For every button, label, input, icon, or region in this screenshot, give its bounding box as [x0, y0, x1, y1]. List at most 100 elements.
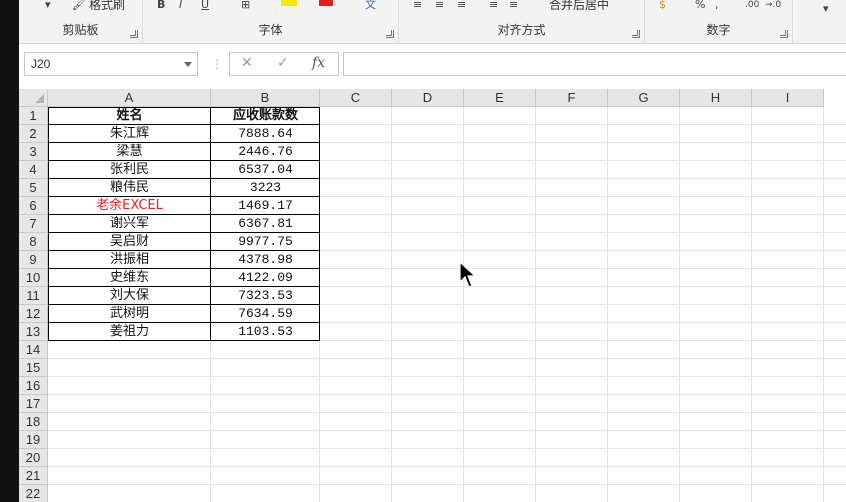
table-cell[interactable]: 1469.17 [211, 197, 320, 215]
row-header[interactable]: 6 [19, 197, 48, 215]
clipboard-launcher-icon[interactable] [130, 30, 138, 38]
align-right-icon[interactable]: ≡ [457, 0, 466, 10]
column-header[interactable]: F [536, 89, 608, 107]
row-header[interactable]: 3 [19, 143, 48, 161]
gridline [48, 358, 846, 359]
fill-color-icon[interactable] [281, 0, 297, 6]
row-header[interactable]: 7 [19, 215, 48, 233]
merge-center-button[interactable]: 合并后居中 [549, 0, 609, 10]
row-header[interactable]: 8 [19, 233, 48, 251]
gridline [48, 412, 846, 413]
table-cell[interactable]: 谢兴军 [48, 215, 211, 233]
row-header[interactable]: 22 [19, 485, 48, 502]
enter-icon[interactable]: ✓ [277, 55, 289, 71]
underline-icon[interactable]: U [201, 0, 209, 10]
alignment-launcher-icon[interactable] [632, 30, 640, 38]
column-header[interactable]: E [464, 89, 536, 107]
number-launcher-icon[interactable] [780, 30, 788, 38]
row-header[interactable]: 16 [19, 377, 48, 395]
table-cell[interactable]: 老余EXCEL [48, 197, 211, 215]
column-header[interactable]: D [392, 89, 464, 107]
borders-icon[interactable]: ⊞ [241, 0, 250, 10]
table-cell[interactable]: 3223 [211, 179, 320, 197]
table-cell[interactable]: 6367.81 [211, 215, 320, 233]
row-header[interactable]: 1 [19, 107, 48, 125]
table-cell[interactable]: 9977.75 [211, 233, 320, 251]
table-cell[interactable]: 2446.76 [211, 143, 320, 161]
gridline [48, 430, 846, 431]
row-header[interactable]: 13 [19, 323, 48, 341]
increase-decimal-icon[interactable]: .00 [745, 0, 759, 10]
align-left-icon[interactable]: ≡ [413, 0, 422, 10]
percent-icon[interactable]: % [695, 0, 705, 10]
row-header[interactable]: 2 [19, 125, 48, 143]
column-header[interactable]: A [48, 89, 211, 107]
column-header[interactable]: B [211, 89, 320, 107]
name-box-dropdown-icon[interactable] [184, 62, 192, 67]
table-cell[interactable]: 7323.53 [211, 287, 320, 305]
bold-icon[interactable]: B [157, 0, 165, 10]
phonetic-icon[interactable]: 文 [365, 0, 376, 10]
mouse-cursor-icon [459, 261, 477, 288]
row-header[interactable]: 18 [19, 413, 48, 431]
ribbon-collapse-icon[interactable]: ▾ [823, 4, 829, 16]
table-cell[interactable]: 姓名 [48, 107, 211, 125]
formula-bar-separator-icon[interactable]: ⋮ [211, 56, 223, 72]
table-cell[interactable]: 张利民 [48, 161, 211, 179]
ribbon-group-number: $ % , .00 →.0 数字 [645, 0, 793, 44]
row-header[interactable]: 12 [19, 305, 48, 323]
table-cell[interactable]: 姜祖力 [48, 323, 211, 341]
table-cell[interactable]: 朱江辉 [48, 125, 211, 143]
table-cell[interactable]: 7888.64 [211, 125, 320, 143]
row-header[interactable]: 14 [19, 341, 48, 359]
table-cell[interactable]: 梁慧 [48, 143, 211, 161]
table-cell[interactable]: 吴启财 [48, 233, 211, 251]
comma-style-icon[interactable]: , [715, 0, 719, 10]
row-header[interactable]: 5 [19, 179, 48, 197]
table-cell[interactable]: 1103.53 [211, 323, 320, 341]
gridline [48, 466, 846, 467]
align-center-icon[interactable]: ≡ [435, 0, 444, 10]
row-header[interactable]: 10 [19, 269, 48, 287]
row-header[interactable]: 11 [19, 287, 48, 305]
worksheet-grid[interactable]: A B C D E F G H I 1 2 3 4 5 6 7 8 9 10 11 12 13 14 15 16 17 18 19 20… [19, 89, 846, 502]
formula-input[interactable] [343, 52, 846, 76]
table-cell[interactable]: 4378.98 [211, 251, 320, 269]
font-launcher-icon[interactable] [386, 30, 394, 38]
column-header[interactable]: G [608, 89, 680, 107]
row-header[interactable]: 4 [19, 161, 48, 179]
table-cell[interactable]: 4122.09 [211, 269, 320, 287]
row-header[interactable]: 20 [19, 449, 48, 467]
format-painter-icon[interactable]: 🖌 [72, 0, 86, 10]
table-cell[interactable]: 应收账款数 [211, 107, 320, 125]
table-cell[interactable]: 史维东 [48, 269, 211, 287]
row-header[interactable]: 17 [19, 395, 48, 413]
column-header[interactable]: I [752, 89, 824, 107]
outdent-icon[interactable]: ≡ [509, 0, 518, 10]
select-all-button[interactable] [19, 89, 48, 107]
table-cell[interactable]: 7634.59 [211, 305, 320, 323]
column-header[interactable]: C [320, 89, 392, 107]
decrease-decimal-icon[interactable]: →.0 [765, 0, 781, 10]
table-cell[interactable]: 洪振相 [48, 251, 211, 269]
format-painter-button[interactable]: 格式刷 [89, 0, 125, 10]
font-color-icon[interactable] [319, 0, 333, 6]
ribbon-group-clipboard: ▾ 🖌 格式刷 剪贴板 [19, 0, 143, 44]
row-header[interactable]: 19 [19, 431, 48, 449]
row-header[interactable]: 15 [19, 359, 48, 377]
italic-icon[interactable]: I [179, 0, 182, 10]
paste-dropdown-icon[interactable]: ▾ [45, 0, 51, 10]
table-cell[interactable]: 刘大保 [48, 287, 211, 305]
insert-function-icon[interactable]: fx [312, 55, 325, 71]
row-header[interactable]: 9 [19, 251, 48, 269]
indent-icon[interactable]: ≡ [489, 0, 498, 10]
column-header[interactable]: H [680, 89, 752, 107]
currency-icon[interactable]: $ [659, 0, 666, 10]
table-cell[interactable]: 武树明 [48, 305, 211, 323]
table-cell[interactable]: 6537.04 [211, 161, 320, 179]
name-box[interactable]: J20 [24, 52, 198, 76]
cancel-icon[interactable]: ✕ [241, 55, 253, 71]
row-header[interactable]: 21 [19, 467, 48, 485]
table-border [48, 340, 320, 341]
table-cell[interactable]: 粮伟民 [48, 179, 211, 197]
